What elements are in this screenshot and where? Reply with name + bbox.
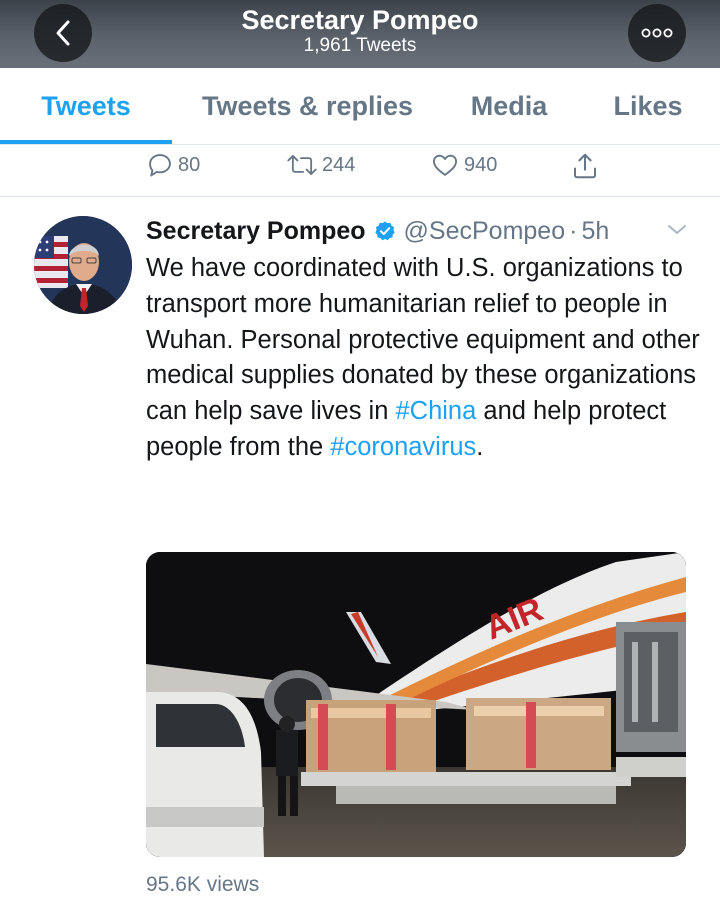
- retweet-icon: [287, 154, 317, 176]
- previous-tweet-actions: 80 244 940: [0, 145, 720, 195]
- hashtag-link-china[interactable]: #China: [395, 397, 476, 425]
- like-action[interactable]: 940: [430, 151, 497, 179]
- profile-name-title: Secretary Pompeo: [241, 5, 479, 35]
- tab-tweets[interactable]: Tweets: [0, 68, 172, 144]
- reply-count: 80: [178, 153, 201, 176]
- tab-likes[interactable]: Likes: [600, 68, 696, 144]
- tab-tweets-replies[interactable]: Tweets & replies: [180, 68, 435, 144]
- reply-icon: [149, 154, 171, 177]
- tweet-divider: [0, 196, 720, 197]
- separator-dot: ·: [569, 216, 578, 245]
- view-count: 95.6K views: [146, 873, 260, 896]
- chevron-down-icon: [668, 225, 686, 234]
- share-action[interactable]: [570, 151, 604, 181]
- retweet-action[interactable]: 244: [286, 151, 355, 179]
- tweet-text-part: .: [476, 432, 484, 461]
- tweet-author-name[interactable]: Secretary Pompeo: [146, 217, 366, 246]
- profile-tabs: Tweets Tweets & replies Media Likes: [0, 68, 720, 145]
- tweet-text: We have coordinated with U.S. organizati…: [146, 251, 706, 466]
- video-thumbnail: AIR: [146, 552, 686, 857]
- reply-action[interactable]: 80: [146, 151, 200, 179]
- heart-icon: [432, 154, 458, 176]
- tweet-video[interactable]: AIR: [146, 552, 686, 857]
- profile-header: Secretary Pompeo 1,961 Tweets: [0, 0, 720, 68]
- profile-photo: [34, 216, 132, 314]
- avatar[interactable]: [34, 216, 132, 314]
- tab-media[interactable]: Media: [450, 68, 568, 144]
- active-tab-indicator: [0, 140, 172, 144]
- tweet-count: 1,961 Tweets: [303, 35, 417, 56]
- verified-badge-icon: [374, 220, 396, 242]
- share-icon: [574, 153, 596, 179]
- retweet-count: 244: [322, 153, 356, 176]
- tweet-menu-button[interactable]: [666, 222, 688, 243]
- tweet-header: Secretary Pompeo @SecPompeo · 5h: [146, 214, 609, 248]
- more-button[interactable]: [628, 4, 686, 62]
- tweet-handle[interactable]: @SecPompeo: [404, 217, 566, 246]
- more-dots-icon: [641, 28, 673, 38]
- like-count: 940: [464, 153, 498, 176]
- hashtag-link-coronavirus[interactable]: #coronavirus: [330, 433, 476, 461]
- tweet-timestamp[interactable]: 5h: [581, 217, 609, 246]
